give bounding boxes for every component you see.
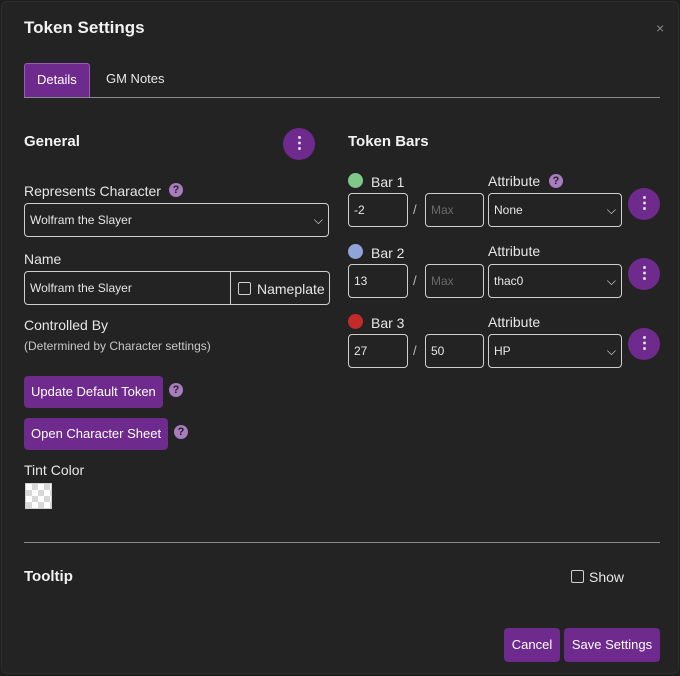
tint-color-label: Tint Color [24,462,85,478]
kebab-icon: ⋮ [636,265,653,282]
kebab-icon: ⋮ [636,195,653,212]
help-icon[interactable]: ? [549,174,563,188]
bar2-max-input[interactable]: Max [425,264,484,298]
tooltip-show-label: Show [589,569,625,585]
represents-character-select[interactable]: Wolfram the Slayer ⌵ [24,203,329,237]
name-input[interactable]: Wolfram the Slayer [24,271,231,305]
bar1-options-button[interactable]: ⋮ [628,188,660,220]
bar1-attribute-value: None [494,203,523,217]
dialog-title: Token Settings [24,18,145,37]
general-options-button[interactable]: ⋮ [283,128,315,160]
bar1-attribute-select[interactable]: None ⌵ [488,193,622,227]
bar3-attribute-value: HP [494,344,511,358]
bar2-attribute-label: Attribute [488,243,541,259]
kebab-icon: ⋮ [291,135,308,152]
bar3-color-dot[interactable] [348,314,363,329]
update-default-token-button[interactable]: Update Default Token [24,376,163,408]
bar3-options-button[interactable]: ⋮ [628,328,660,360]
help-icon[interactable]: ? [169,183,183,197]
bar3-value-input[interactable]: 27 [348,334,408,368]
help-icon[interactable]: ? [174,425,188,439]
help-icon[interactable]: ? [169,383,183,397]
bar1-color-dot[interactable] [348,173,363,188]
bar1-separator: / [413,202,417,217]
bar1-attribute-label: Attribute [488,173,541,189]
bar2-attribute-select[interactable]: thac0 ⌵ [488,264,622,298]
controlled-by-note: (Determined by Character settings) [24,339,211,353]
bar1-max-input[interactable]: Max [425,193,484,227]
cancel-button[interactable]: Cancel [504,628,560,662]
section-divider [24,542,660,543]
tab-bar: Details GM Notes [24,63,660,98]
tint-color-swatch[interactable] [25,483,52,509]
chevron-down-icon: ⌵ [606,274,616,288]
general-heading: General [24,133,80,150]
bar1-label: Bar 1 [371,174,405,190]
bar2-value-input[interactable]: 13 [348,264,408,298]
controlled-by-label: Controlled By [24,317,109,333]
save-settings-button[interactable]: Save Settings [564,628,660,662]
tab-details[interactable]: Details [24,63,90,97]
represents-character-value: Wolfram the Slayer [30,213,132,227]
bar3-attribute-label: Attribute [488,314,541,330]
nameplate-checkbox[interactable] [238,282,251,295]
bar2-color-dot[interactable] [348,244,363,259]
token-bars-heading: Token Bars [348,133,429,150]
nameplate-toggle[interactable]: Nameplate [230,271,330,305]
name-label: Name [24,251,62,267]
bar3-label: Bar 3 [371,315,405,331]
bar2-options-button[interactable]: ⋮ [628,258,660,290]
token-settings-dialog: Token Settings × Details GM Notes Genera… [1,1,679,674]
represents-character-label: Represents Character [24,183,161,199]
kebab-icon: ⋮ [636,335,653,352]
bar3-max-input[interactable]: 50 [425,334,484,368]
tab-gm-notes[interactable]: GM Notes [94,63,177,97]
bar1-value-input[interactable]: -2 [348,193,408,227]
chevron-down-icon: ⌵ [313,213,323,227]
tooltip-heading: Tooltip [24,568,73,585]
bar2-separator: / [413,273,417,288]
nameplate-label: Nameplate [257,281,325,297]
open-character-sheet-button[interactable]: Open Character Sheet [24,418,169,450]
bar2-label: Bar 2 [371,245,405,261]
bar3-separator: / [413,343,417,358]
bar3-attribute-select[interactable]: HP ⌵ [488,334,622,368]
chevron-down-icon: ⌵ [606,203,616,217]
tooltip-show-checkbox[interactable] [571,570,584,583]
chevron-down-icon: ⌵ [606,344,616,358]
bar2-attribute-value: thac0 [494,274,524,288]
close-icon[interactable]: × [656,20,664,36]
